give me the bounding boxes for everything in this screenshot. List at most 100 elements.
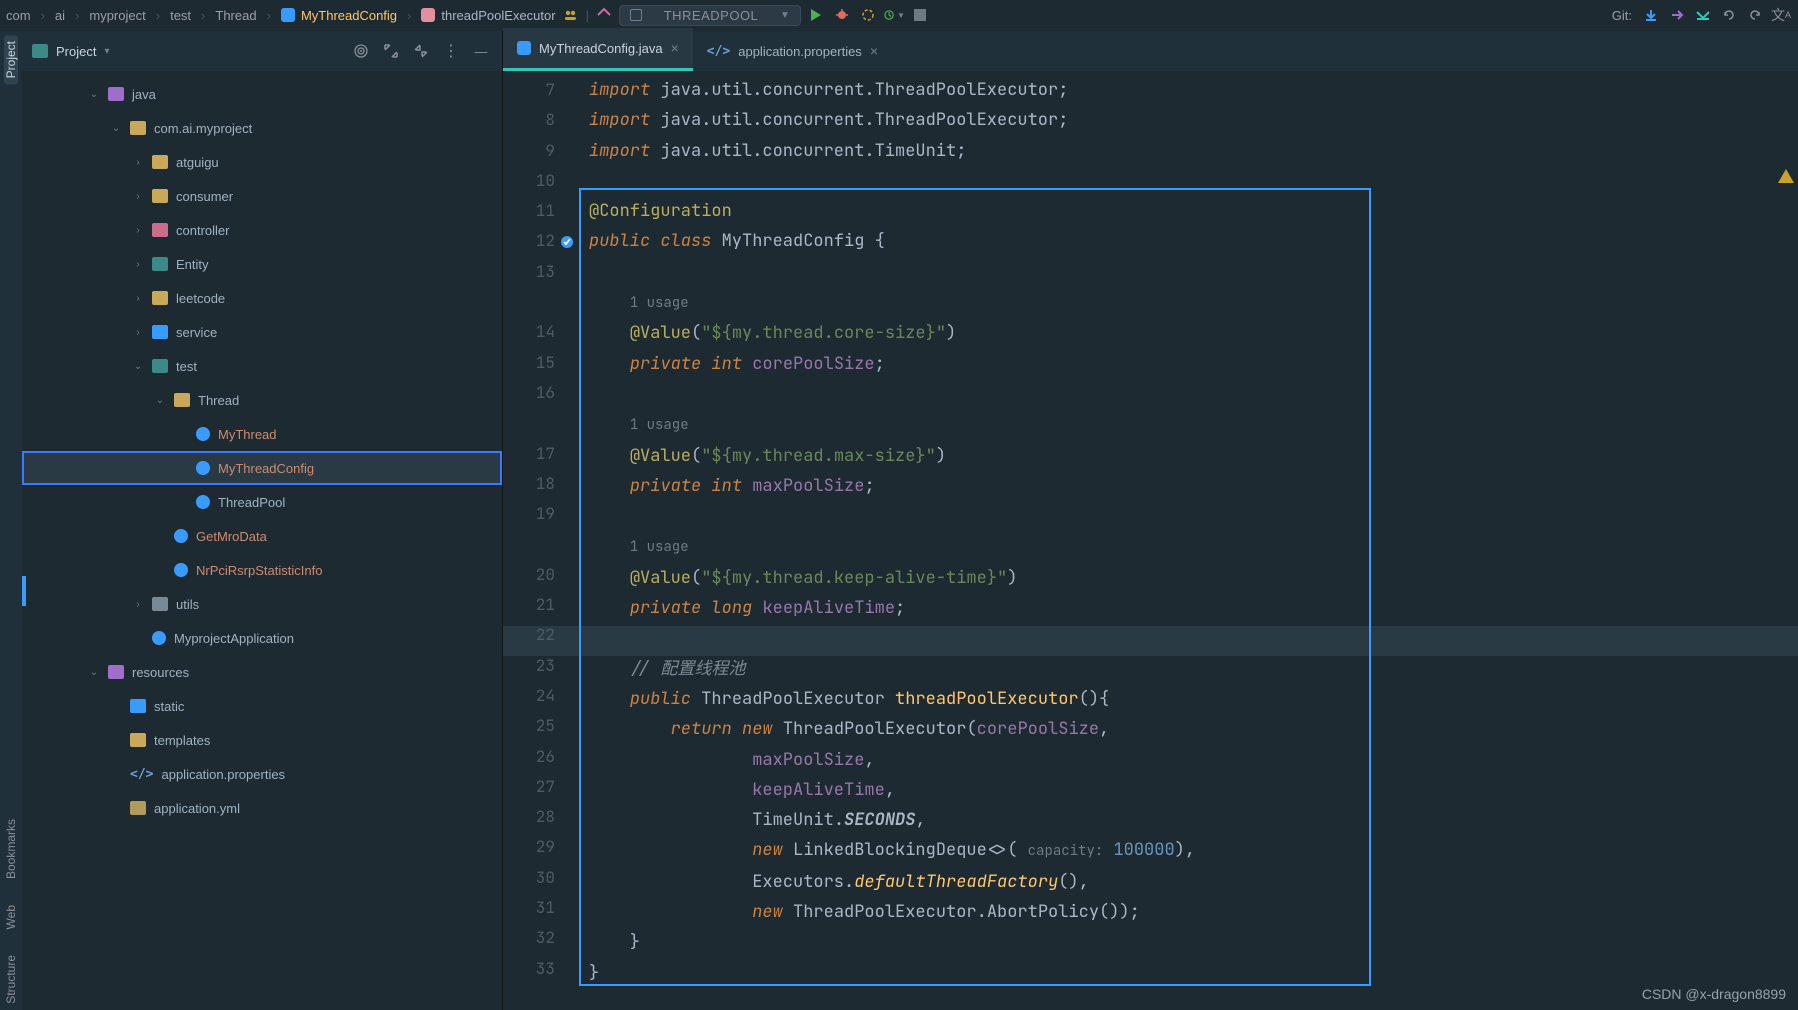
tree-node[interactable]: ›service (22, 315, 502, 349)
bookmarks-tool-tab[interactable]: Bookmarks (4, 813, 18, 885)
tree-node[interactable]: static (22, 689, 502, 723)
tree-node[interactable]: ⌄ test (22, 349, 502, 383)
properties-file-icon: </> (130, 767, 153, 782)
tree-node[interactable]: ›Entity (22, 247, 502, 281)
tree-node[interactable]: › controller (22, 213, 502, 247)
git-push-icon[interactable] (1666, 4, 1688, 26)
editor-tabs: MyThreadConfig.java × </> application.pr… (503, 31, 1798, 71)
tree-node-label: application.properties (161, 767, 285, 782)
folder-icon (152, 155, 168, 169)
tree-node[interactable]: ⌄ com.ai.myproject (22, 111, 502, 145)
structure-tool-tab[interactable]: Structure (4, 949, 18, 1010)
tree-node-label: MyThreadConfig (218, 461, 314, 476)
tree-node-label: MyprojectApplication (174, 631, 294, 646)
crumb-item[interactable]: Thread (215, 8, 256, 23)
code-with-me-icon[interactable] (560, 4, 582, 26)
project-tree[interactable]: ⌄java⌄com.ai.myproject›atguigu›consumer›… (22, 71, 502, 1010)
close-tab-icon[interactable]: × (671, 40, 679, 56)
gutter-bean-icon[interactable] (559, 234, 575, 250)
code-editor[interactable]: 7891011121314151617181920212223242526272… (503, 71, 1798, 1010)
expand-icon[interactable]: ⌄ (132, 361, 144, 372)
folder-icon (152, 631, 166, 645)
minimize-icon[interactable]: — (470, 40, 492, 62)
run-button[interactable] (805, 4, 827, 26)
stop-button[interactable] (909, 4, 931, 26)
breadcrumb[interactable]: com› ai› myproject› test› Thread› MyThre… (6, 8, 556, 23)
crumb-item[interactable]: com (6, 8, 31, 23)
crumb-method[interactable]: threadPoolExecutor (441, 8, 555, 23)
expand-icon[interactable]: › (132, 225, 144, 236)
tree-node[interactable]: ⌄ Thread (22, 383, 502, 417)
tree-node-label: Thread (198, 393, 239, 408)
tree-node[interactable]: ›utils (22, 587, 502, 621)
project-panel-header: Project ▾ ⋮ — (22, 31, 502, 71)
code-content[interactable]: import java.util.concurrent.ThreadPoolEx… (579, 71, 1798, 1010)
tree-node[interactable]: templates (22, 723, 502, 757)
collapse-icon[interactable] (410, 40, 432, 62)
git-pull-icon[interactable] (1640, 4, 1662, 26)
translate-icon[interactable]: 文A (1770, 4, 1792, 26)
close-tab-icon[interactable]: × (870, 43, 878, 59)
method-icon (421, 8, 435, 22)
expand-icon[interactable]: › (132, 327, 144, 338)
build-icon[interactable] (593, 4, 615, 26)
warning-icon[interactable] (1778, 169, 1794, 183)
folder-icon (108, 87, 124, 101)
expand-icon[interactable]: › (132, 599, 144, 610)
tree-node[interactable]: ⌄java (22, 77, 502, 111)
tree-node[interactable]: application.yml (22, 791, 502, 825)
more-icon[interactable]: ⋮ (440, 40, 462, 62)
history-back-icon[interactable] (1718, 4, 1740, 26)
tree-node[interactable]: ThreadPool (22, 485, 502, 519)
project-tool-tab[interactable]: Project (4, 35, 18, 84)
tree-node-label: application.yml (154, 801, 240, 816)
tree-node-label: MyThread (218, 427, 277, 442)
debug-button[interactable] (831, 4, 853, 26)
tree-node-label: atguigu (176, 155, 219, 170)
tree-node[interactable]: NrPciRsrpStatisticInfo (22, 553, 502, 587)
expand-icon[interactable]: › (132, 259, 144, 270)
editor-tab-active[interactable]: MyThreadConfig.java × (503, 28, 693, 71)
tree-node[interactable]: GetMroData (22, 519, 502, 553)
tree-node-label: controller (176, 223, 229, 238)
folder-icon (130, 121, 146, 135)
tree-node[interactable]: ›consumer (22, 179, 502, 213)
crumb-item[interactable]: ai (55, 8, 65, 23)
run-config-selector[interactable]: THREADPOOL ▼ (619, 5, 801, 26)
crumb-item[interactable]: myproject (89, 8, 145, 23)
tree-node-label: ThreadPool (218, 495, 285, 510)
target-icon[interactable] (350, 40, 372, 62)
tree-node[interactable]: </> application.properties (22, 757, 502, 791)
folder-icon (152, 189, 168, 203)
tree-node[interactable]: MyThreadConfig (22, 451, 502, 485)
breadcrumb-bar: com› ai› myproject› test› Thread› MyThre… (0, 0, 1798, 31)
folder-icon (152, 257, 168, 271)
expand-icon[interactable]: ⌄ (88, 89, 100, 100)
tree-node[interactable]: › atguigu (22, 145, 502, 179)
history-forward-icon[interactable] (1744, 4, 1766, 26)
editor-tab[interactable]: </> application.properties × (693, 31, 892, 71)
tree-node[interactable]: MyprojectApplication (22, 621, 502, 655)
tree-node-label: com.ai.myproject (154, 121, 252, 136)
tree-node[interactable]: ›leetcode (22, 281, 502, 315)
coverage-button[interactable] (857, 4, 879, 26)
crumb-item[interactable]: test (170, 8, 191, 23)
gutter[interactable]: 7891011121314151617181920212223242526272… (503, 71, 579, 1010)
expand-icon[interactable]: › (132, 293, 144, 304)
expand-icon[interactable]: › (132, 157, 144, 168)
tree-node[interactable]: ⌄resources (22, 655, 502, 689)
expand-icon[interactable]: › (132, 191, 144, 202)
expand-icon[interactable]: ⌄ (154, 395, 166, 406)
chevron-down-icon[interactable]: ▾ (104, 46, 109, 57)
expand-icon[interactable]: ⌄ (110, 123, 122, 134)
folder-icon (130, 699, 146, 713)
expand-icon[interactable]: ⌄ (88, 667, 100, 678)
tree-node-label: test (176, 359, 197, 374)
tab-label: MyThreadConfig.java (539, 41, 663, 56)
web-tool-tab[interactable]: Web (4, 899, 18, 935)
crumb-class[interactable]: MyThreadConfig (301, 8, 397, 23)
profiler-button[interactable]: ▼ (883, 4, 905, 26)
git-commit-icon[interactable] (1692, 4, 1714, 26)
expand-icon[interactable] (380, 40, 402, 62)
tree-node[interactable]: MyThread (22, 417, 502, 451)
